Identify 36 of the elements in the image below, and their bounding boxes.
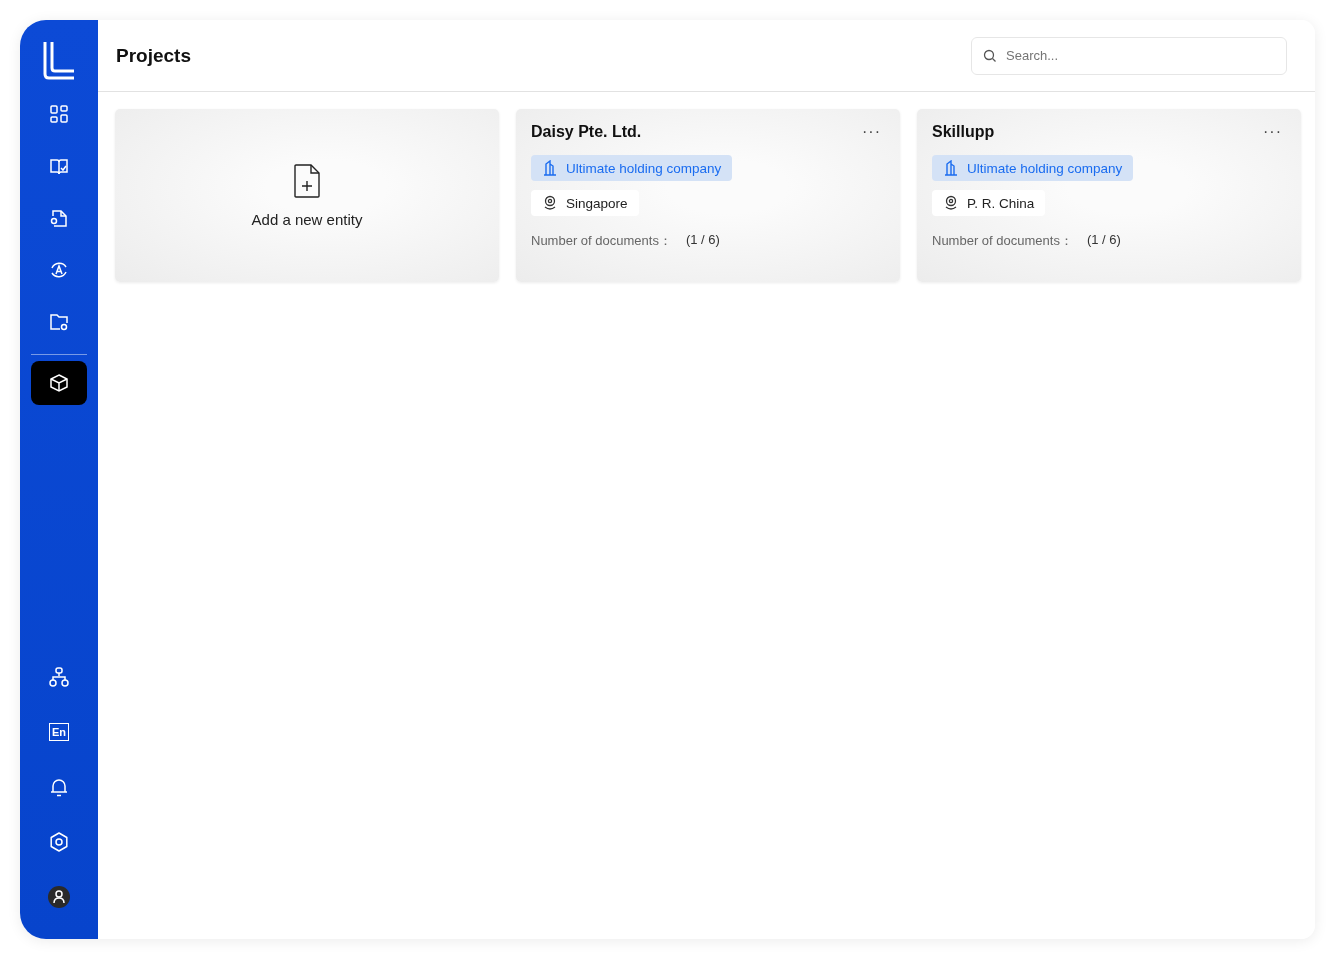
- book-icon: [49, 156, 69, 176]
- add-entity-card[interactable]: Add a new entity: [115, 109, 499, 282]
- document-search-icon: [49, 208, 69, 228]
- location-tag: P. R. China: [932, 190, 1046, 216]
- logo-icon: [42, 40, 76, 80]
- documents-label: Number of documents：: [932, 232, 1073, 250]
- location-pin-icon: [542, 195, 558, 211]
- letter-cycle-icon: [49, 260, 69, 280]
- cube-icon: [49, 373, 69, 393]
- search-field[interactable]: Search...: [971, 36, 1287, 75]
- entity-name: Daisy Pte. Ltd.: [531, 123, 642, 141]
- documents-count: (1 / 6): [1086, 232, 1121, 249]
- role-tag: Ultimate holding company: [932, 155, 1134, 181]
- settings-icon: [48, 831, 70, 853]
- role-tag: Ultimate holding company: [531, 155, 733, 181]
- location-pin-icon: [943, 195, 959, 211]
- file-plus-icon: [292, 163, 322, 199]
- entity-card[interactable]: Daisy Pte. Ltd. ··· Ultimate holding company Singapore Number of documents： (1 / 6): [516, 109, 900, 282]
- entity-name: Skillupp: [932, 123, 995, 141]
- folder-icon: [49, 312, 69, 332]
- more-menu-button[interactable]: ···: [858, 123, 885, 141]
- add-entity-label: Add a new entity: [251, 211, 363, 228]
- documents-label: Number of documents：: [531, 232, 672, 250]
- building-icon: [542, 160, 558, 176]
- page-title: Projects: [116, 44, 191, 67]
- location-tag: Singapore: [531, 190, 639, 216]
- cube-nav-button[interactable]: [31, 361, 87, 405]
- documents-count: (1 / 6): [685, 232, 720, 249]
- notification-icon: [48, 776, 70, 798]
- user-avatar-icon: [47, 885, 71, 909]
- more-menu-button[interactable]: ···: [1259, 123, 1286, 141]
- language-button[interactable]: En: [31, 710, 87, 754]
- grid-icon: [49, 104, 69, 124]
- hierarchy-icon: [48, 666, 70, 688]
- entity-card[interactable]: Skillupp ··· Ultimate holding company P. R. China Number of documents： (1 / 6): [917, 109, 1301, 282]
- building-icon: [943, 160, 959, 176]
